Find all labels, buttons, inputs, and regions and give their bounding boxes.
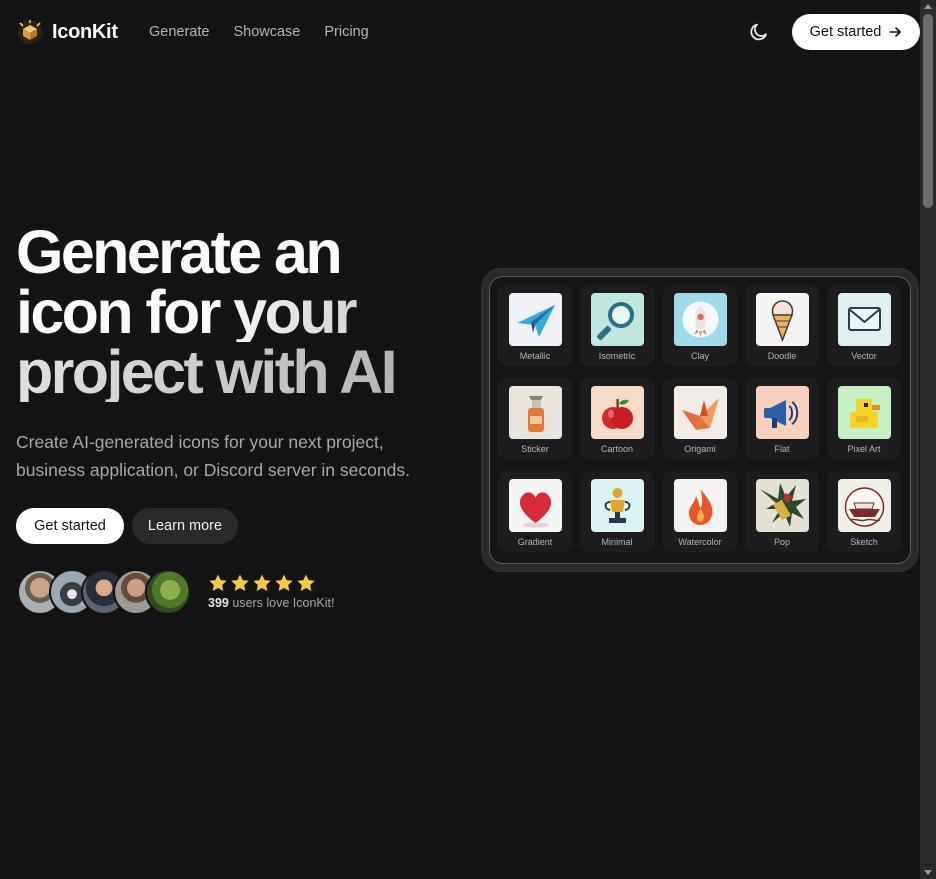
moon-icon — [750, 23, 767, 41]
trophy-icon — [591, 479, 644, 532]
scroll-down-icon[interactable] — [924, 870, 932, 875]
nav-get-started-button[interactable]: Get started — [792, 14, 920, 50]
hero-learn-more-button[interactable]: Learn more — [132, 508, 238, 544]
style-tile-gradient[interactable]: Gradient — [498, 471, 572, 552]
star-icon — [275, 574, 293, 591]
style-tile-clay[interactable]: Clay — [663, 285, 737, 366]
rocket-icon — [674, 293, 727, 346]
lipstick-icon — [756, 479, 809, 532]
style-tile-sticker[interactable]: Sticker — [498, 378, 572, 459]
arrow-right-icon — [889, 27, 902, 37]
page-scrollbar[interactable] — [920, 0, 936, 879]
apple-icon — [591, 386, 644, 439]
style-tile-label: Doodle — [767, 351, 797, 361]
style-tile-label: Watercolor — [678, 537, 722, 547]
hero-title: Generate an icon for your project with A… — [16, 218, 456, 403]
style-tile-pop[interactable]: Pop — [745, 471, 819, 552]
rating-label: users love IconKit! — [228, 596, 335, 610]
box-logo-icon — [17, 19, 43, 45]
style-tile-label: Vector — [851, 351, 877, 361]
brand-logo[interactable]: IconKit — [17, 19, 118, 45]
style-tile-label: Flat — [774, 444, 790, 454]
style-tile-flat[interactable]: Flat — [745, 378, 819, 459]
ice-cream-icon — [756, 293, 809, 346]
spray-bottle-icon — [509, 386, 562, 439]
style-tile-label: Pop — [773, 537, 790, 547]
style-tile-label: Isometric — [598, 351, 636, 361]
magnifier-icon — [591, 293, 644, 346]
nav-links: Generate Showcase Pricing — [149, 24, 369, 40]
flame-icon — [674, 479, 727, 532]
scroll-thumb[interactable] — [923, 14, 933, 208]
style-tile-label: Clay — [690, 351, 709, 361]
style-tile-label: Minimal — [601, 537, 633, 547]
style-tile-sketch[interactable]: Sketch — [827, 471, 901, 552]
star-icon — [209, 574, 227, 591]
avatar — [145, 569, 191, 615]
style-tile-cartoon[interactable]: Cartoon — [580, 378, 654, 459]
rating-text: 399 users love IconKit! — [208, 596, 334, 610]
hero-title-line-2: icon for your — [16, 282, 456, 343]
hero-get-started-button[interactable]: Get started — [16, 508, 124, 544]
style-tile-label: Gradient — [517, 537, 553, 547]
paper-crane-icon — [674, 386, 727, 439]
style-tile-origami[interactable]: Origami — [663, 378, 737, 459]
style-tile-watercolor[interactable]: Watercolor — [663, 471, 737, 552]
hero-subtitle: Create AI-generated icons for your next … — [16, 432, 410, 480]
style-tile-label: Sticker — [521, 444, 549, 454]
style-tile-label: Metallic — [519, 351, 551, 361]
hero-title-line-3: project with AI — [16, 342, 456, 403]
nav-link-pricing[interactable]: Pricing — [324, 24, 368, 40]
star-icon — [231, 574, 249, 591]
rating-count: 399 — [208, 596, 229, 610]
top-navigation: IconKit Generate Showcase Pricing Get st… — [0, 0, 920, 64]
star-icon — [253, 574, 271, 591]
style-tile-minimal[interactable]: Minimal — [580, 471, 654, 552]
style-tile-label: Origami — [684, 444, 716, 454]
theme-toggle-button[interactable] — [748, 21, 770, 43]
nav-link-showcase[interactable]: Showcase — [233, 24, 300, 40]
style-tile-label: Pixel Art — [847, 444, 881, 454]
style-tile-pixel-art[interactable]: Pixel Art — [827, 378, 901, 459]
style-tile-vector[interactable]: Vector — [827, 285, 901, 366]
user-avatars — [17, 569, 197, 615]
rating-stars — [208, 573, 316, 593]
boat-icon — [838, 479, 891, 532]
hero-title-line-1: Generate an — [16, 218, 343, 286]
megaphone-icon — [756, 386, 809, 439]
style-tile-metallic[interactable]: Metallic — [498, 285, 572, 366]
style-tile-doodle[interactable]: Doodle — [745, 285, 819, 366]
style-tile-label: Sketch — [850, 537, 878, 547]
paper-plane-icon — [509, 293, 562, 346]
envelope-icon — [838, 293, 891, 346]
scroll-up-icon[interactable] — [924, 4, 932, 9]
style-tile-isometric[interactable]: Isometric — [580, 285, 654, 366]
duck-icon — [838, 386, 891, 439]
style-tile-label: Cartoon — [600, 444, 634, 454]
brand-name: IconKit — [52, 20, 118, 43]
nav-cta-label: Get started — [809, 24, 882, 40]
heart-icon — [509, 479, 562, 532]
star-icon — [297, 574, 315, 591]
nav-link-generate[interactable]: Generate — [149, 24, 209, 40]
